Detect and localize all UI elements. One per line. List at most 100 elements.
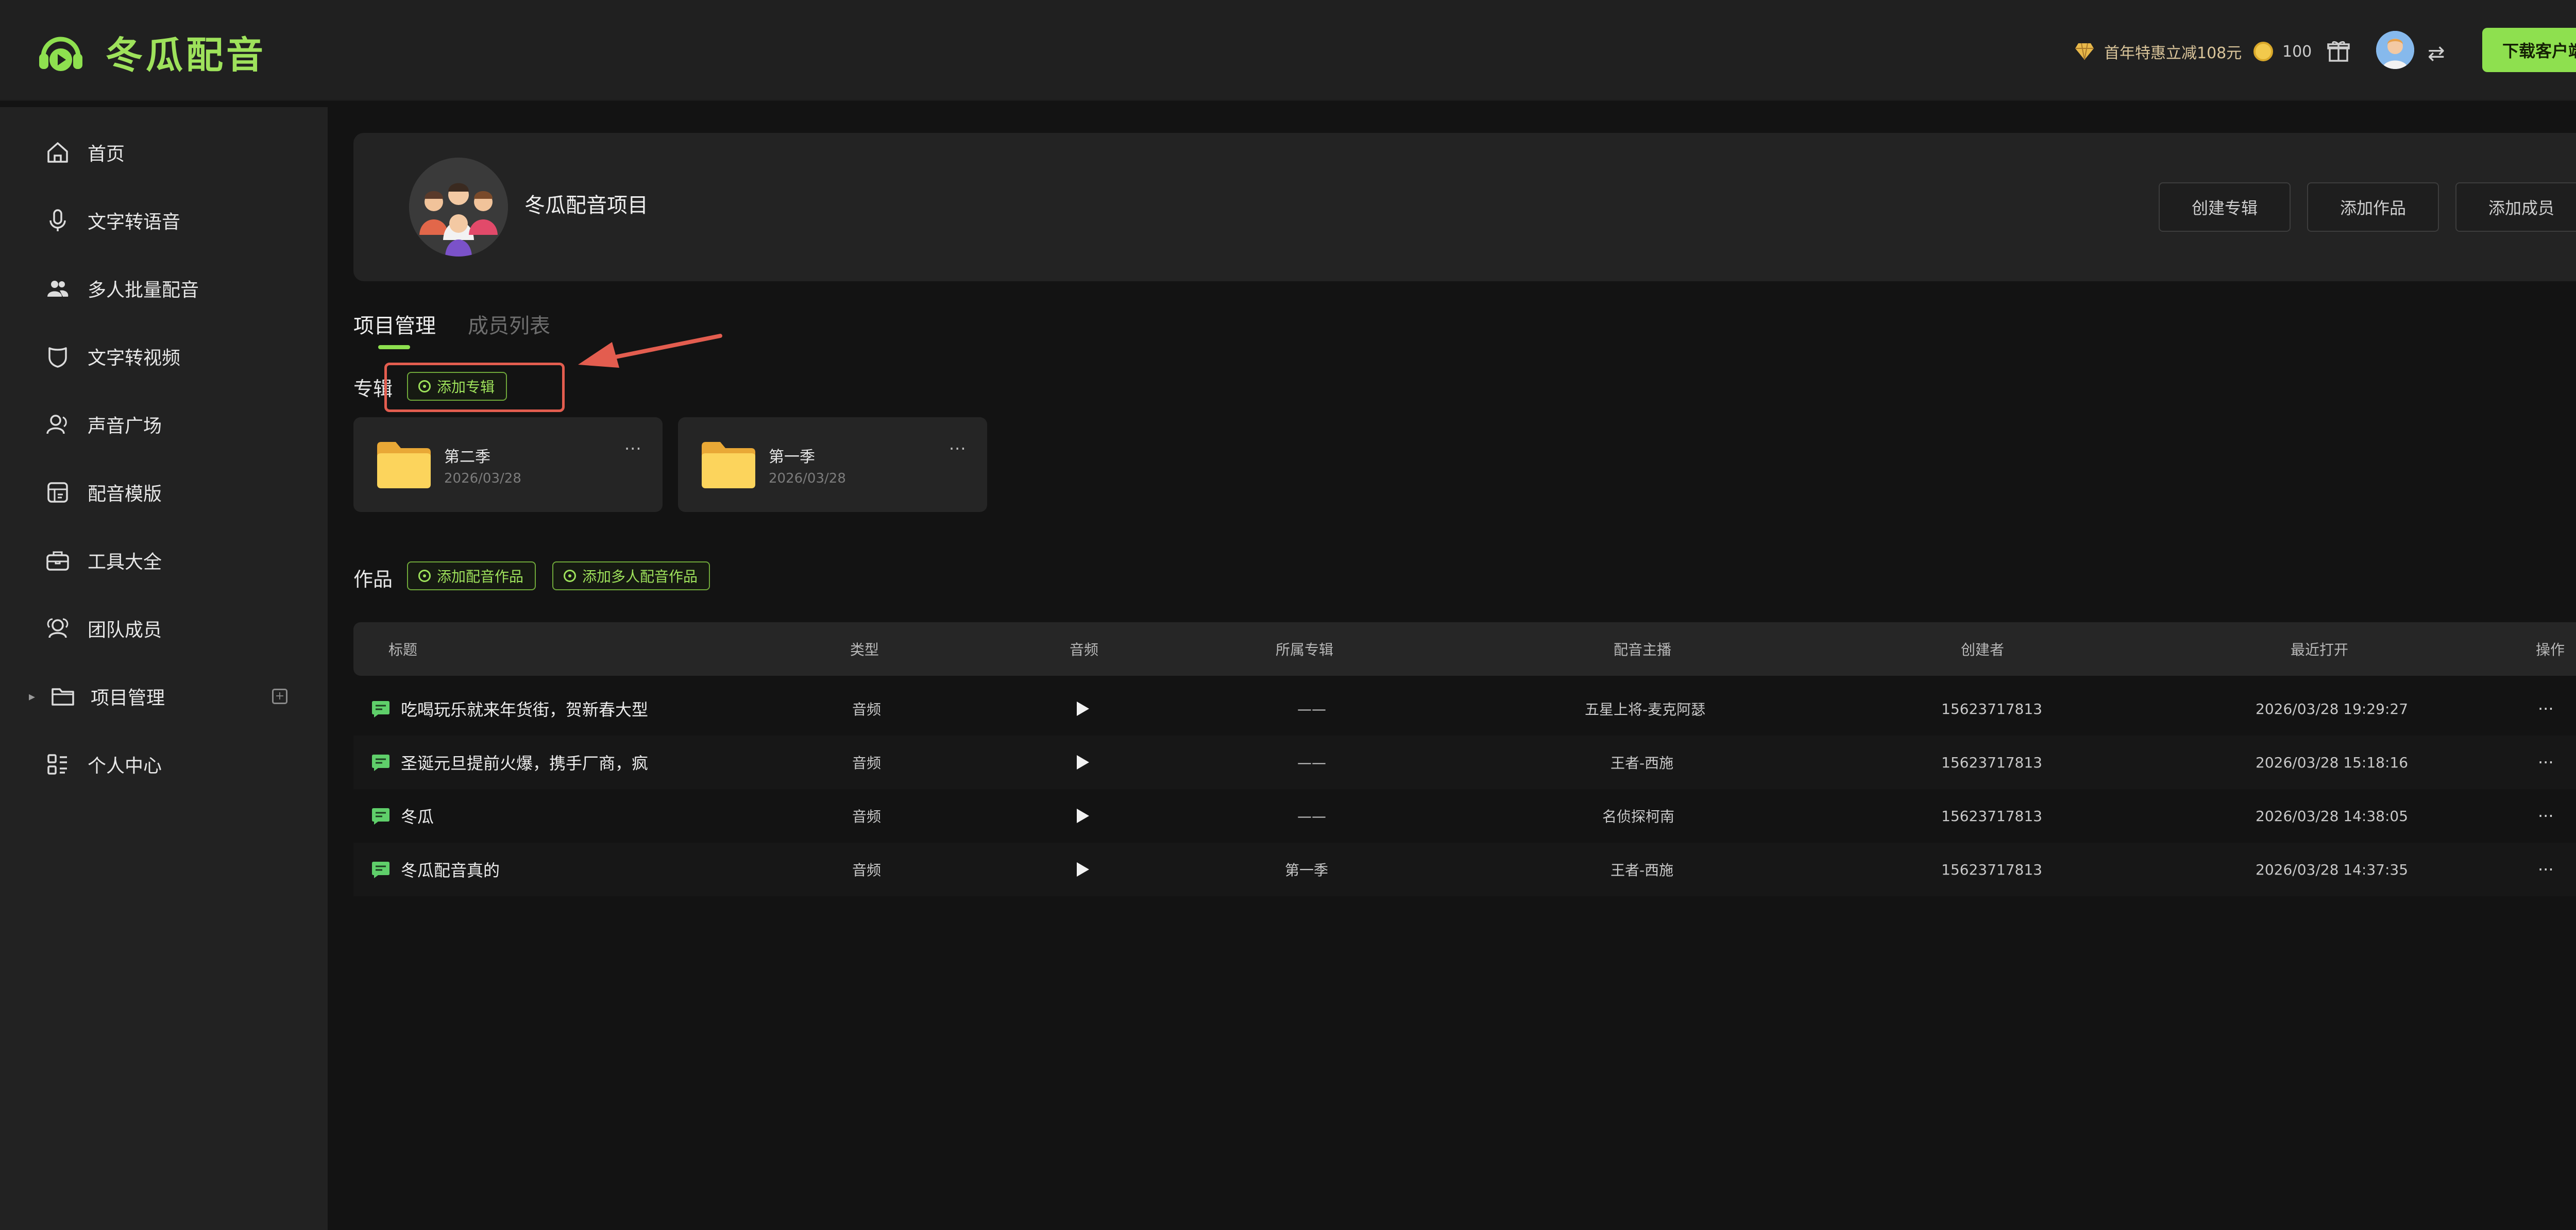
switch-account-icon[interactable]: ⇄ — [2428, 43, 2445, 64]
coin-count: 100 — [2282, 42, 2312, 61]
table-row[interactable]: 冬瓜 音频 —— 名侦探柯南 15623717813 2026/03/28 14… — [353, 789, 2576, 843]
work-title[interactable]: 吃喝玩乐就来年货街，贺新春大型 — [401, 682, 648, 736]
sidebar-item-team-members[interactable]: 团队成员 — [0, 597, 328, 659]
column-header-type: 类型 — [850, 641, 879, 658]
work-last-opened: 2026/03/28 14:37:35 — [2256, 861, 2409, 878]
work-album: —— — [1297, 700, 1326, 717]
column-header-title: 标题 — [388, 641, 418, 658]
annotation-arrow-icon — [578, 334, 722, 368]
work-type: 音频 — [852, 755, 882, 772]
work-anchor: 王者-西施 — [1611, 755, 1674, 772]
album-date: 2026/03/28 — [444, 471, 521, 486]
sidebar-item-label: 文字转视频 — [88, 348, 181, 369]
column-header-creator: 创建者 — [1961, 641, 2005, 658]
message-doc-icon — [372, 755, 389, 771]
expand-arrow-icon[interactable]: ▸ — [29, 689, 35, 704]
sidebar-item-project-management[interactable]: ▸ 项目管理 + — [0, 665, 328, 727]
users-icon — [47, 281, 69, 297]
column-header-actions: 操作 — [2536, 641, 2565, 658]
promo-text: 首年特惠立减108元 — [2104, 44, 2242, 62]
more-options-icon[interactable]: ··· — [624, 440, 642, 457]
add-multi-dubbing-work-button[interactable]: 添加多人配音作品 — [552, 561, 710, 590]
work-album: —— — [1297, 807, 1326, 825]
download-client-button[interactable]: 下载客户端 — [2482, 28, 2576, 72]
add-dubbing-work-button[interactable]: 添加配音作品 — [407, 561, 536, 590]
row-more-icon[interactable]: ··· — [2538, 682, 2554, 736]
sidebar-item-text-to-video[interactable]: 文字转视频 — [0, 326, 328, 387]
diamond-icon — [2075, 43, 2094, 60]
work-anchor: 王者-西施 — [1611, 862, 1674, 879]
works-section-label: 作品 — [353, 568, 393, 591]
work-last-opened: 2026/03/28 15:18:16 — [2256, 754, 2409, 771]
group-people-icon — [409, 158, 508, 257]
column-header-anchor: 配音主播 — [1614, 641, 1672, 658]
add-project-icon[interactable]: + — [272, 689, 287, 704]
work-title[interactable]: 圣诞元旦提前火爆，携手厂商，疯 — [401, 736, 648, 789]
album-date: 2026/03/28 — [769, 471, 846, 486]
work-type: 音频 — [852, 808, 882, 825]
album-card[interactable]: 第二季 2026/03/28 ··· — [353, 417, 663, 512]
app-name: 冬瓜配音 — [106, 33, 267, 77]
add-circle-icon — [418, 570, 431, 582]
home-icon — [47, 142, 68, 163]
add-circle-icon — [564, 570, 576, 582]
shield-icon — [48, 347, 67, 368]
more-options-icon[interactable]: ··· — [949, 440, 967, 457]
tab-project-management[interactable]: 项目管理 — [353, 309, 436, 339]
row-more-icon[interactable]: ··· — [2538, 736, 2554, 789]
work-creator: 15623717813 — [1941, 700, 2042, 717]
sidebar-item-personal-center[interactable]: 个人中心 — [0, 733, 328, 795]
table-row[interactable]: 吃喝玩乐就来年货街，贺新春大型 音频 —— 五星上将-麦克阿瑟 15623717… — [353, 682, 2576, 736]
play-icon[interactable] — [1077, 702, 1089, 716]
column-header-last-opened: 最近打开 — [2291, 641, 2349, 658]
annotation-highlight-box — [384, 363, 565, 412]
user-avatar[interactable] — [2376, 31, 2414, 69]
sidebar-item-toolbox[interactable]: 工具大全 — [0, 529, 328, 591]
sidebar-item-dubbing-templates[interactable]: 配音模版 — [0, 462, 328, 523]
grid-icon — [47, 754, 67, 775]
play-icon[interactable] — [1077, 755, 1089, 770]
work-creator: 15623717813 — [1941, 861, 2042, 878]
column-header-album: 所属专辑 — [1276, 641, 1334, 658]
row-more-icon[interactable]: ··· — [2538, 843, 2554, 896]
message-doc-icon — [372, 701, 389, 717]
folder-icon — [377, 442, 431, 488]
gift-icon[interactable] — [2327, 39, 2350, 63]
album-name: 第一季 — [769, 448, 815, 466]
add-member-button[interactable]: 添加成员 — [2455, 182, 2576, 232]
work-title[interactable]: 冬瓜 — [401, 789, 434, 843]
sidebar-item-voice-plaza[interactable]: 声音广场 — [0, 394, 328, 455]
album-name: 第二季 — [444, 448, 490, 466]
work-album: —— — [1297, 754, 1326, 771]
add-multi-dubbing-work-label: 添加多人配音作品 — [582, 568, 698, 585]
create-album-button[interactable]: 创建专辑 — [2159, 182, 2291, 232]
table-row[interactable]: 冬瓜配音真的 音频 第一季 王者-西施 15623717813 2026/03/… — [353, 843, 2576, 896]
sidebar-item-label: 项目管理 — [91, 688, 165, 709]
works-table-header: 标题 类型 音频 所属专辑 配音主播 创建者 最近打开 操作 — [353, 622, 2576, 676]
audio-cell — [1077, 682, 1089, 736]
play-icon[interactable] — [1077, 809, 1089, 823]
toolbox-icon — [46, 551, 69, 571]
work-type: 音频 — [852, 862, 882, 879]
audio-cell — [1077, 843, 1089, 896]
tab-member-list[interactable]: 成员列表 — [468, 309, 550, 339]
sidebar-item-label: 团队成员 — [88, 620, 162, 641]
work-anchor: 名侦探柯南 — [1602, 808, 1675, 825]
team-icon — [47, 618, 69, 638]
sidebar-item-text-to-speech[interactable]: 文字转语音 — [0, 190, 328, 251]
album-card[interactable]: 第一季 2026/03/28 ··· — [678, 417, 987, 512]
work-title[interactable]: 冬瓜配音真的 — [401, 843, 500, 896]
sidebar-item-label: 多人批量配音 — [88, 280, 199, 301]
row-more-icon[interactable]: ··· — [2538, 789, 2554, 843]
sidebar-item-batch-dubbing[interactable]: 多人批量配音 — [0, 258, 328, 319]
column-header-audio: 音频 — [1070, 641, 1099, 658]
user-avatar-icon — [2376, 31, 2414, 69]
folder-icon — [52, 688, 74, 706]
table-row[interactable]: 圣诞元旦提前火爆，携手厂商，疯 音频 —— 王者-西施 15623717813 … — [353, 736, 2576, 789]
add-work-button[interactable]: 添加作品 — [2307, 182, 2439, 232]
coin-balance[interactable]: 100 — [2253, 39, 2312, 64]
sidebar-item-home[interactable]: 首页 — [0, 122, 328, 183]
promo-banner[interactable]: 首年特惠立减108元 — [2074, 39, 2242, 64]
work-last-opened: 2026/03/28 14:38:05 — [2256, 807, 2409, 825]
play-icon[interactable] — [1077, 862, 1089, 877]
